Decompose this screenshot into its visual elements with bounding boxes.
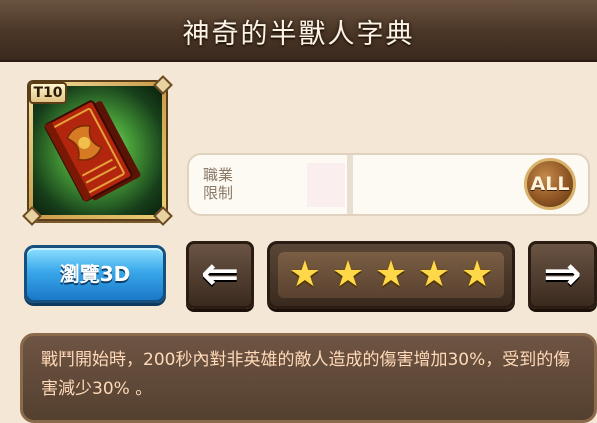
item-description: 戰鬥開始時，200秒內對非英雄的敵人造成的傷害增加30%，受到的傷害減少30% … — [41, 350, 571, 399]
star-icon: ★ — [331, 254, 365, 295]
star-icon: ★ — [288, 254, 322, 295]
star-icon: ★ — [460, 254, 494, 295]
description-panel: 戰鬥開始時，200秒內對非英雄的敵人造成的傷害增加30%，受到的傷害減少30% … — [20, 333, 597, 423]
job-restriction-slot — [307, 163, 345, 207]
next-button[interactable]: ⇒ — [528, 241, 597, 309]
previous-button[interactable]: ⇐ — [186, 241, 254, 309]
title-bar: 神奇的半獸人字典 — [0, 0, 597, 60]
star-icon: ★ — [374, 254, 408, 295]
job-restriction-label: 職業限制 — [203, 166, 234, 202]
all-classes-badge: ALL — [524, 158, 576, 210]
page-title: 神奇的半獸人字典 — [182, 19, 415, 50]
star-icon: ★ — [417, 254, 451, 295]
star-rating-panel: ★ ★ ★ ★ ★ — [267, 241, 515, 309]
arrow-left-icon: ⇐ — [200, 246, 240, 300]
item-icon-frame: T10 — [22, 75, 173, 226]
red-book-icon — [44, 100, 141, 202]
browse-3d-button[interactable]: 瀏覽3D — [24, 245, 166, 303]
star-rating: ★ ★ ★ ★ ★ — [278, 252, 504, 298]
job-restriction-panel: 職業限制 ALL — [187, 153, 590, 216]
arrow-right-icon: ⇒ — [543, 246, 582, 300]
divider — [347, 155, 353, 214]
tier-badge: T10 — [29, 82, 67, 104]
item-icon-background — [33, 86, 162, 215]
